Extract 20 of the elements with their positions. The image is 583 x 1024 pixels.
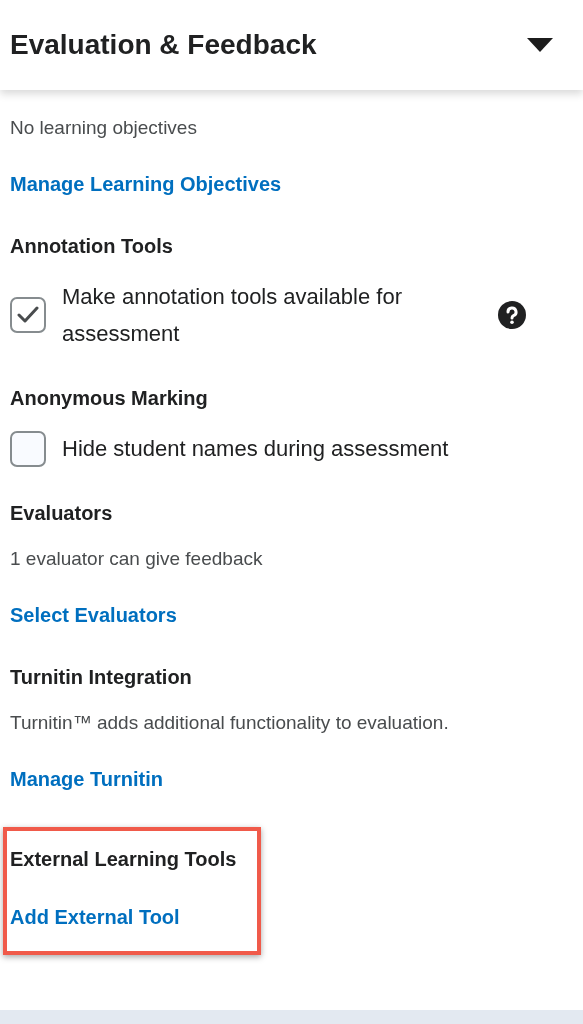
link[interactable]: Add External Tool xyxy=(10,906,180,928)
description-text: 1 evaluator can give feedback xyxy=(10,547,264,571)
checkbox[interactable] xyxy=(10,297,46,333)
link[interactable]: Manage Learning Objectives xyxy=(10,173,282,195)
link[interactable]: Manage Turnitin xyxy=(10,768,163,790)
description-text: No learning objectives xyxy=(10,116,198,140)
section-heading: Evaluators xyxy=(10,501,114,526)
help-icon[interactable] xyxy=(498,301,526,329)
checkbox-label: Make annotation tools available for assessment xyxy=(62,283,403,348)
checkbox[interactable] xyxy=(10,430,46,467)
description-text: Turnitin™ adds additional functionality to evaluation. xyxy=(10,711,450,735)
link[interactable]: Select Evaluators xyxy=(10,604,177,626)
caret-icon[interactable] xyxy=(527,38,553,52)
checkbox-label: Hide student names during assessment xyxy=(62,435,449,463)
section-heading: Turnitin Integration xyxy=(10,665,193,690)
section-heading: Anonymous Marking xyxy=(10,386,209,411)
section-heading: External Learning Tools xyxy=(10,847,238,872)
panel-title: Evaluation & Feedback xyxy=(10,29,317,61)
checkmark-icon xyxy=(17,306,39,324)
section-heading: Annotation Tools xyxy=(10,234,174,259)
